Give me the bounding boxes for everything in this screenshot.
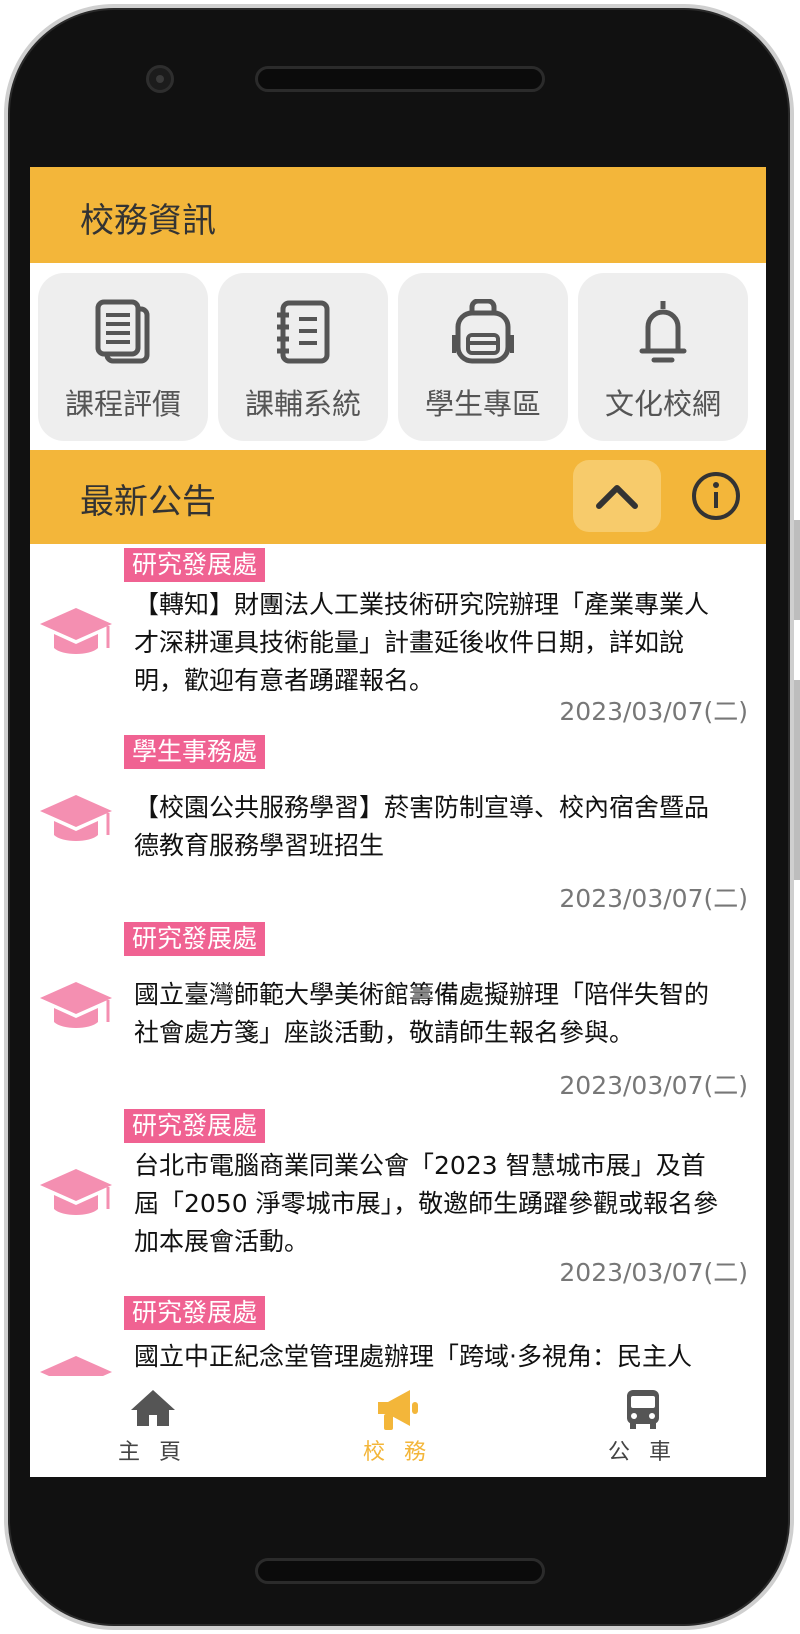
news-list: 研究發展處 【轉知】財團法人工業技術研究院辦理「產業專業人才深耕運具技術能量」計…: [30, 544, 766, 1376]
dept-badge: 研究發展處: [124, 1109, 266, 1143]
tile-label: 文化校網: [604, 387, 721, 421]
megaphone-icon: [377, 1390, 418, 1430]
bell-icon: [639, 301, 687, 363]
news-date: 2023/03/07(二): [559, 1258, 748, 1287]
news-text: 【校園公共服務學習】菸害防制宣導、校內宿舍暨品德教育服務學習班招生: [134, 793, 710, 860]
graduation-cap-icon: [40, 795, 112, 841]
app-header: 校務資訊: [30, 167, 766, 263]
tile-culture-website[interactable]: 文化校網: [578, 273, 748, 441]
news-text: 台北市電腦商業同業公會「2023 智慧城市展」及首屆「2050 淨零城市展」，敬…: [134, 1151, 719, 1256]
nav-label: 主 頁: [118, 1440, 187, 1465]
tile-label: 學生專區: [424, 387, 541, 421]
bus-icon: [626, 1390, 659, 1429]
info-icon[interactable]: [690, 470, 742, 522]
tile-course-evaluation[interactable]: 課程評價: [38, 273, 208, 441]
news-date: 2023/03/07(二): [559, 884, 748, 913]
news-text: 【轉知】財團法人工業技術研究院辦理「產業專業人才深耕運具技術能量」計畫延後收件日…: [134, 590, 710, 695]
tile-label: 課程評價: [64, 387, 181, 421]
news-item[interactable]: 學生事務處 【校園公共服務學習】菸害防制宣導、校內宿舍暨品德教育服務學習班招生 …: [30, 731, 766, 918]
bottom-speaker: [255, 1558, 545, 1584]
collapse-button[interactable]: [573, 460, 661, 532]
nav-label: 校 務: [363, 1440, 432, 1465]
front-camera: [146, 65, 174, 93]
news-text: 國立中正紀念堂管理處辦理「跨域‧多視角：民主人: [134, 1342, 692, 1371]
dept-badge: 研究發展處: [124, 922, 266, 956]
volume-button: [794, 520, 800, 620]
announcements-header: 最新公告: [30, 450, 766, 544]
tile-label: 課輔系統: [244, 387, 361, 421]
news-item[interactable]: 研究發展處 國立臺灣師範大學美術館籌備處擬辦理「陪伴失智的社會處方箋」座談活動，…: [30, 918, 766, 1105]
document-stack-icon: [95, 299, 150, 364]
news-item[interactable]: 研究發展處 【轉知】財團法人工業技術研究院辦理「產業專業人才深耕運具技術能量」計…: [30, 544, 766, 731]
dept-badge: 學生事務處: [124, 735, 266, 769]
chevron-up-icon: [596, 485, 638, 509]
app-screen: 校務資訊 課程評價 課輔系統 學生專區 文化校網 最新公告 研究發展處 【轉知】…: [30, 167, 766, 1477]
home-icon: [130, 1390, 175, 1426]
news-item[interactable]: 研究發展處 國立中正紀念堂管理處辦理「跨域‧多視角：民主人: [30, 1292, 766, 1376]
nav-home[interactable]: 主 頁: [30, 1376, 275, 1477]
notebook-icon: [277, 300, 330, 364]
graduation-cap-icon: [40, 608, 112, 654]
tile-student-zone[interactable]: 學生專區: [398, 273, 568, 441]
news-date: 2023/03/07(二): [559, 697, 748, 726]
nav-label: 公 車: [608, 1440, 677, 1465]
backpack-icon: [452, 299, 514, 364]
power-button: [794, 680, 800, 880]
graduation-cap-icon: [40, 982, 112, 1028]
graduation-cap-icon: [40, 1169, 112, 1215]
bottom-navigation: 主 頁 校 務 公 車: [30, 1376, 766, 1477]
phone-frame: 校務資訊 課程評價 課輔系統 學生專區 文化校網 最新公告 研究發展處 【轉知】…: [0, 0, 800, 1634]
tile-tutoring-system[interactable]: 課輔系統: [218, 273, 388, 441]
earpiece-speaker: [255, 66, 545, 92]
dept-badge: 研究發展處: [124, 548, 266, 582]
section-title: 最新公告: [80, 482, 216, 522]
graduation-cap-icon: [40, 1356, 112, 1376]
dept-badge: 研究發展處: [124, 1296, 266, 1330]
nav-school-affairs[interactable]: 校 務: [275, 1376, 520, 1477]
page-title: 校務資訊: [80, 201, 216, 241]
quick-links: 課程評價 課輔系統 學生專區 文化校網: [30, 263, 766, 448]
news-text: 國立臺灣師範大學美術館籌備處擬辦理「陪伴失智的社會處方箋」座談活動，敬請師生報名…: [134, 980, 710, 1047]
news-date: 2023/03/07(二): [559, 1071, 748, 1100]
news-item[interactable]: 研究發展處 台北市電腦商業同業公會「2023 智慧城市展」及首屆「2050 淨零…: [30, 1105, 766, 1292]
nav-bus[interactable]: 公 車: [520, 1376, 765, 1477]
